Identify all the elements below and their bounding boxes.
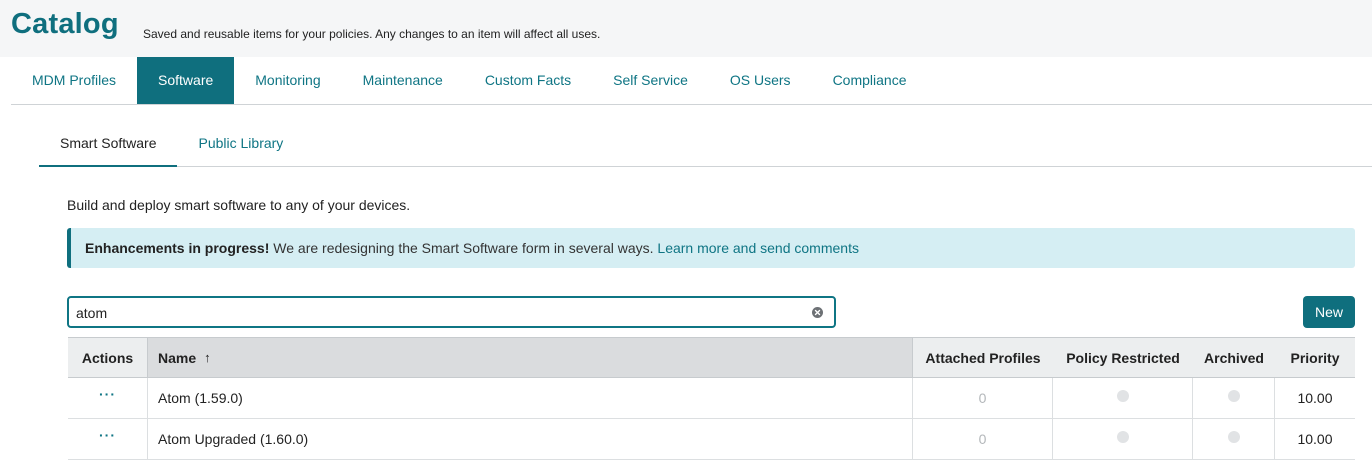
more-actions-icon[interactable]: ···: [99, 427, 116, 443]
tab-os-users[interactable]: OS Users: [709, 57, 812, 104]
banner-heading: Enhancements in progress!: [85, 240, 270, 256]
row-actions-cell: ···: [68, 378, 148, 418]
col-header-archived[interactable]: Archived: [1193, 338, 1275, 377]
sort-ascending-icon: ↑: [204, 350, 211, 365]
col-header-actions: Actions: [68, 338, 148, 377]
row-name-cell: Atom Upgraded (1.60.0): [148, 419, 913, 459]
row-policy-restricted-cell: [1053, 378, 1193, 418]
col-header-attached-profiles[interactable]: Attached Profiles: [913, 338, 1053, 377]
col-header-name[interactable]: Name ↑: [148, 338, 913, 377]
table-row: ··· Atom Upgraded (1.60.0) 0 10.00: [68, 419, 1355, 460]
tab-mdm-profiles[interactable]: MDM Profiles: [11, 57, 137, 104]
row-priority: 10.00: [1297, 431, 1333, 447]
col-header-priority[interactable]: Priority: [1275, 338, 1355, 377]
archived-indicator-icon: [1227, 390, 1240, 402]
tab-software[interactable]: Software: [137, 57, 235, 104]
info-banner: Enhancements in progress! We are redesig…: [67, 228, 1355, 268]
row-name[interactable]: Atom (1.59.0): [158, 390, 243, 406]
banner-link[interactable]: Learn more and send comments: [657, 240, 859, 256]
col-header-policy-restricted[interactable]: Policy Restricted: [1053, 338, 1193, 377]
row-attached-profiles-cell: 0: [913, 419, 1053, 459]
row-attached-profiles: 0: [978, 390, 987, 406]
banner-text: We are redesigning the Smart Software fo…: [269, 240, 658, 256]
archived-indicator-icon: [1227, 431, 1240, 443]
subtab-public-library[interactable]: Public Library: [177, 124, 304, 167]
row-priority-cell: 10.00: [1275, 419, 1355, 459]
more-actions-icon[interactable]: ···: [99, 386, 116, 402]
row-name-cell: Atom (1.59.0): [148, 378, 913, 418]
table-row: ··· Atom (1.59.0) 0 10.00: [68, 378, 1355, 419]
sub-tabs: Smart Software Public Library: [39, 124, 1372, 167]
search-field: [67, 296, 836, 328]
page-subtitle: Saved and reusable items for your polici…: [143, 27, 601, 41]
table-header-row: Actions Name ↑ Attached Profiles Policy …: [68, 337, 1355, 378]
row-actions-cell: ···: [68, 419, 148, 459]
tab-custom-facts[interactable]: Custom Facts: [464, 57, 592, 104]
software-table: Actions Name ↑ Attached Profiles Policy …: [68, 337, 1355, 460]
page-title: Catalog: [11, 8, 119, 40]
row-priority: 10.00: [1297, 390, 1333, 406]
page-description: Build and deploy smart software to any o…: [67, 197, 411, 213]
col-header-name-label: Name: [158, 349, 197, 366]
main-tabs: MDM Profiles Software Monitoring Mainten…: [11, 57, 1372, 105]
row-attached-profiles: 0: [978, 431, 987, 447]
search-input[interactable]: [76, 303, 776, 323]
row-name[interactable]: Atom Upgraded (1.60.0): [158, 431, 308, 447]
tab-self-service[interactable]: Self Service: [592, 57, 709, 104]
clear-circle-icon[interactable]: [812, 307, 823, 318]
row-priority-cell: 10.00: [1275, 378, 1355, 418]
row-archived-cell: [1193, 419, 1275, 459]
row-policy-restricted-cell: [1053, 419, 1193, 459]
tab-compliance[interactable]: Compliance: [812, 57, 928, 104]
new-button[interactable]: New: [1303, 296, 1355, 328]
subtab-smart-software[interactable]: Smart Software: [39, 124, 178, 167]
row-attached-profiles-cell: 0: [913, 378, 1053, 418]
policy-restricted-indicator-icon: [1116, 431, 1129, 443]
tab-monitoring[interactable]: Monitoring: [234, 57, 341, 104]
policy-restricted-indicator-icon: [1116, 390, 1129, 402]
tab-maintenance[interactable]: Maintenance: [342, 57, 464, 104]
row-archived-cell: [1193, 378, 1275, 418]
